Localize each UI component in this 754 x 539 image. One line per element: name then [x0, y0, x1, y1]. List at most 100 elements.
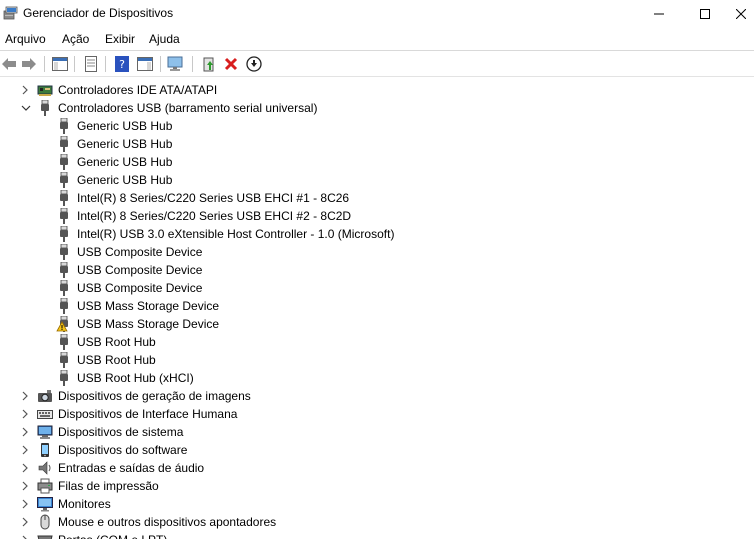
tree-category[interactable]: Dispositivos do software — [0, 441, 754, 459]
maximize-button[interactable] — [682, 0, 728, 28]
chevron-right-icon[interactable] — [20, 390, 30, 402]
usb-plug-icon — [56, 333, 72, 350]
device-label: Intel(R) 8 Series/C220 Series USB EHCI #… — [77, 209, 352, 223]
action-pane-button[interactable] — [136, 55, 154, 73]
menu-ajuda[interactable]: Ajuda — [149, 32, 180, 46]
printer-icon — [37, 478, 53, 494]
device-label: USB Root Hub (xHCI) — [77, 371, 194, 385]
action-pane-icon — [137, 57, 153, 71]
mouse-icon — [37, 514, 53, 530]
category-label: Controladores USB (barramento serial uni… — [58, 101, 318, 115]
chevron-right-icon[interactable] — [20, 408, 30, 420]
device-label: Generic USB Hub — [77, 173, 173, 187]
device-label: USB Mass Storage Device — [77, 299, 220, 313]
chevron-right-icon[interactable] — [20, 444, 30, 456]
usb-plug-icon — [56, 369, 72, 386]
tree-device[interactable]: Intel(R) 8 Series/C220 Series USB EHCI #… — [0, 207, 754, 225]
usb-plug-icon — [56, 297, 72, 314]
device-label: Intel(R) USB 3.0 eXtensible Host Control… — [77, 227, 395, 241]
disable-icon — [246, 56, 262, 72]
toolbar: ? — [0, 50, 754, 77]
device-label: Generic USB Hub — [77, 137, 173, 151]
tree-category[interactable]: Dispositivos de Interface Humana — [0, 405, 754, 423]
tree-category[interactable]: Dispositivos de sistema — [0, 423, 754, 441]
disable-button[interactable] — [245, 55, 263, 73]
toolbar-separator — [192, 56, 193, 72]
back-button[interactable] — [0, 55, 18, 73]
category-label: Entradas e saídas de áudio — [58, 461, 205, 475]
close-button[interactable] — [728, 0, 754, 28]
tree-category[interactable]: Portas (COM e LPT) — [0, 531, 754, 539]
usb-plug-icon — [56, 117, 72, 134]
window-title: Gerenciador de Dispositivos — [23, 6, 174, 20]
chevron-down-icon[interactable] — [20, 102, 31, 114]
chevron-right-icon[interactable] — [20, 534, 30, 539]
device-label: USB Composite Device — [77, 281, 203, 295]
category-label: Dispositivos do software — [58, 443, 188, 457]
tree-device[interactable]: USB Mass Storage Device — [0, 315, 754, 333]
svg-text:?: ? — [119, 58, 125, 71]
category-label: Monitores — [58, 497, 111, 511]
minimize-button[interactable] — [636, 0, 682, 28]
chevron-right-icon[interactable] — [20, 462, 30, 474]
tree-device[interactable]: USB Composite Device — [0, 243, 754, 261]
forward-button[interactable] — [20, 55, 38, 73]
chevron-right-icon[interactable] — [20, 498, 30, 510]
tree-device[interactable]: USB Root Hub (xHCI) — [0, 369, 754, 387]
help-button[interactable]: ? — [113, 55, 131, 73]
properties-icon — [85, 56, 97, 72]
category-label: Dispositivos de sistema — [58, 425, 184, 439]
tree-device[interactable]: USB Mass Storage Device — [0, 297, 754, 315]
tree-device[interactable]: Intel(R) USB 3.0 eXtensible Host Control… — [0, 225, 754, 243]
tree-device[interactable]: USB Root Hub — [0, 333, 754, 351]
chevron-right-icon[interactable] — [20, 480, 30, 492]
tree-category[interactable]: Monitores — [0, 495, 754, 513]
title-bar[interactable]: Gerenciador de Dispositivos — [0, 0, 754, 28]
menu-arquivo[interactable]: Arquivo — [5, 32, 46, 46]
chevron-right-icon[interactable] — [20, 84, 30, 96]
warning-usb-icon — [56, 315, 72, 332]
tree-category[interactable]: Filas de impressão — [0, 477, 754, 495]
properties-button[interactable] — [82, 55, 100, 73]
update-driver-button[interactable] — [200, 55, 218, 73]
category-label: Dispositivos de geração de imagens — [58, 389, 251, 403]
tree-device[interactable]: Generic USB Hub — [0, 171, 754, 189]
chevron-right-icon[interactable] — [20, 516, 30, 528]
update-driver-icon — [203, 57, 214, 72]
device-label: USB Mass Storage Device — [77, 317, 220, 331]
usb-plug-icon — [56, 225, 72, 242]
usb-plug-icon — [56, 189, 72, 206]
tree-category[interactable]: Entradas e saídas de áudio — [0, 459, 754, 477]
tree-device[interactable]: Generic USB Hub — [0, 117, 754, 135]
usb-plug-icon — [37, 99, 53, 116]
tree-device[interactable]: Intel(R) 8 Series/C220 Series USB EHCI #… — [0, 189, 754, 207]
tree-category[interactable]: Dispositivos de geração de imagens — [0, 387, 754, 405]
maximize-icon — [700, 9, 710, 19]
tree-device[interactable]: USB Root Hub — [0, 351, 754, 369]
keyboard-icon — [37, 406, 53, 422]
menu-acao[interactable]: Ação — [62, 32, 89, 46]
toolbar-separator — [74, 56, 75, 72]
tree-device[interactable]: USB Composite Device — [0, 279, 754, 297]
tree-category[interactable]: Controladores IDE ATA/ATAPI — [0, 81, 754, 99]
device-label: Intel(R) 8 Series/C220 Series USB EHCI #… — [77, 191, 350, 205]
system-device-icon — [37, 424, 53, 440]
device-label: USB Composite Device — [77, 263, 203, 277]
software-device-icon — [37, 442, 53, 458]
tree-device[interactable]: USB Composite Device — [0, 261, 754, 279]
toolbar-separator — [105, 56, 106, 72]
scan-hardware-button[interactable] — [167, 55, 185, 73]
menu-exibir[interactable]: Exibir — [105, 32, 135, 46]
tree-category-usb[interactable]: Controladores USB (barramento serial uni… — [0, 99, 754, 117]
console-tree-button[interactable] — [51, 55, 69, 73]
tree-category[interactable]: Mouse e outros dispositivos apontadores — [0, 513, 754, 531]
tree-device[interactable]: Generic USB Hub — [0, 135, 754, 153]
tree-device[interactable]: Generic USB Hub — [0, 153, 754, 171]
speaker-icon — [37, 460, 53, 476]
category-label: Portas (COM e LPT) — [58, 533, 167, 539]
camera-icon — [37, 388, 53, 404]
chevron-right-icon[interactable] — [20, 426, 30, 438]
uninstall-button[interactable] — [222, 55, 240, 73]
usb-plug-icon — [56, 279, 72, 296]
back-arrow-icon — [2, 58, 16, 70]
